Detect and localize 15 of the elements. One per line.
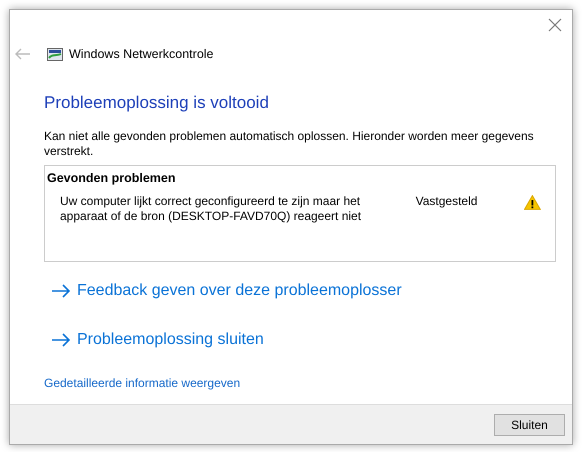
details-link[interactable]: Gedetailleerde informatie weergeven [44, 374, 240, 392]
close-dialog-button[interactable]: Sluiten [494, 414, 565, 436]
arrow-icon [51, 333, 71, 348]
problem-text: Uw computer lijkt correct geconfigureerd te zijn maar het apparaat of de bron (DESKTOP-FAVD70Q) reageert niet [60, 194, 362, 224]
warning-icon [524, 195, 541, 210]
heading: Probleemoplossing is voltooid [44, 93, 270, 114]
arrow-icon [51, 284, 71, 298]
panel-title: Gevonden problemen [47, 170, 176, 188]
description-text: Kan niet alle gevonden problemen automatisch oplossen. Hieronder worden meer gegevens verstrekt. [44, 129, 535, 160]
command-link[interactable]: Probleemoplossing sluiten [44, 328, 556, 352]
close-button[interactable] [546, 16, 564, 34]
window-title: Windows Netwerkcontrole [69, 46, 214, 63]
problem-status: Vastgesteld [416, 194, 478, 210]
network-diagnostics-icon [47, 48, 63, 60]
command-link[interactable]: Feedback geven over deze probleemoplosser [44, 279, 556, 304]
